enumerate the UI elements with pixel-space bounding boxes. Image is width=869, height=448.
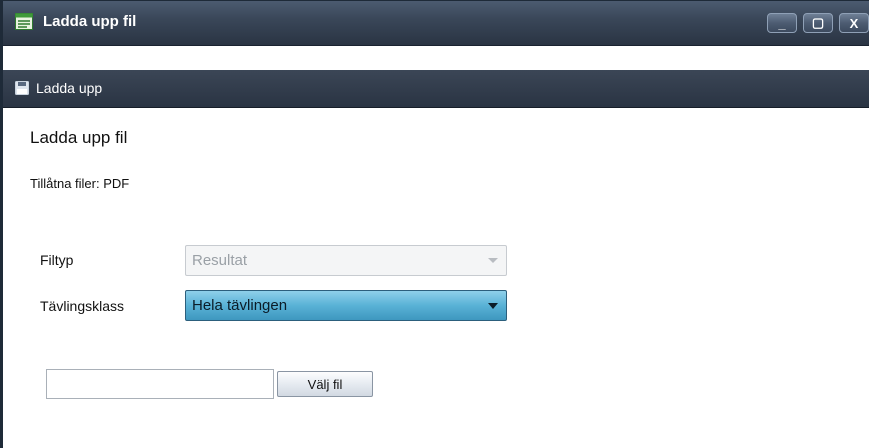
filtyp-label: Filtyp (40, 252, 74, 268)
toolbar: Ladda upp (3, 70, 869, 108)
title-bar[interactable]: Ladda upp fil _ ▢ X (3, 1, 869, 46)
allowed-files-text: Tillåtna filer: PDF (30, 176, 130, 191)
filtyp-select-value: Resultat (192, 252, 248, 269)
filtyp-select: Resultat (185, 245, 507, 276)
chevron-down-icon (488, 303, 498, 309)
window-title: Ladda upp fil (43, 13, 137, 30)
choose-file-button[interactable]: Välj fil (277, 371, 373, 397)
minimize-icon: _ (778, 15, 786, 31)
file-path-input[interactable] (46, 369, 274, 399)
upload-button[interactable]: Ladda upp (11, 76, 106, 100)
page-title: Ladda upp fil (30, 128, 128, 147)
tavlingsklass-select-value: Hela tävlingen (192, 297, 288, 314)
upload-window: Ladda upp fil _ ▢ X Ladda upp Ladda upp … (0, 0, 869, 448)
floppy-disk-icon (15, 81, 29, 95)
tavlingsklass-label: Tävlingsklass (40, 298, 125, 314)
close-icon: X (849, 15, 859, 31)
form-window-icon (15, 13, 33, 30)
maximize-button[interactable]: ▢ (803, 13, 833, 33)
minimize-button[interactable]: _ (767, 13, 797, 33)
close-button[interactable]: X (839, 13, 869, 33)
maximize-icon: ▢ (811, 15, 825, 30)
window-controls: _ ▢ X (761, 13, 869, 35)
choose-file-button-label: Välj fil (307, 376, 343, 392)
upload-button-label: Ladda upp (36, 80, 103, 96)
tavlingsklass-select[interactable]: Hela tävlingen (185, 290, 507, 321)
chevron-down-icon (488, 258, 498, 263)
